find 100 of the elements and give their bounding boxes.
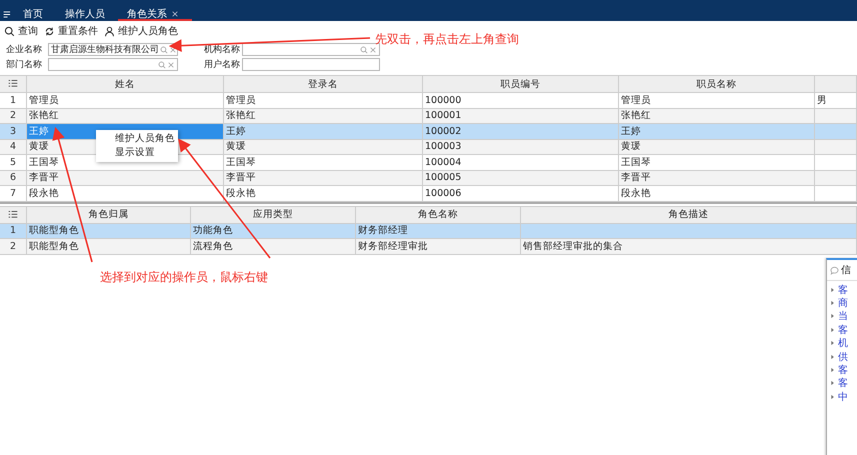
table-cell: 100005 bbox=[423, 170, 619, 185]
table-cell: 100002 bbox=[423, 124, 619, 138]
table-cell: 张艳红 bbox=[27, 108, 224, 123]
table-row[interactable]: 2 职能型角色 流程角色 财务部经理审批 销售部经理审批的集合 bbox=[0, 239, 857, 254]
field-label: 部门名称 bbox=[6, 58, 43, 71]
table-cell: 李晋平 bbox=[27, 170, 224, 185]
table-cell: 销售部经理审批的集合 bbox=[521, 239, 857, 254]
chat-icon bbox=[830, 266, 839, 274]
tab[interactable]: 角色关系 bbox=[118, 7, 192, 21]
column-header: 登录名 bbox=[224, 76, 423, 92]
row-number: 2 bbox=[0, 108, 27, 123]
link[interactable]: 中 bbox=[838, 390, 848, 404]
table-cell: 管理员 bbox=[224, 93, 423, 108]
link[interactable]: 供 bbox=[838, 350, 848, 364]
table-cell: 王婷 bbox=[224, 124, 423, 138]
input-field[interactable] bbox=[48, 58, 178, 71]
table-cell: 段永艳 bbox=[619, 186, 815, 200]
row-number: 6 bbox=[0, 170, 27, 185]
table-cell: 黄瑗 bbox=[224, 140, 423, 154]
table-cell: 男 bbox=[815, 93, 857, 108]
table-cell: 张艳红 bbox=[224, 108, 423, 123]
refresh-icon bbox=[44, 26, 55, 36]
row-number: 5 bbox=[0, 155, 27, 170]
row-number: 4 bbox=[0, 140, 27, 154]
table-cell: 张艳红 bbox=[619, 108, 815, 123]
clear-icon bbox=[169, 46, 177, 54]
search-icon bbox=[158, 60, 166, 68]
link[interactable]: 客 bbox=[838, 363, 848, 378]
link[interactable]: 客 bbox=[838, 376, 848, 390]
toolbar-button[interactable]: 查询 bbox=[4, 24, 38, 38]
row-number: 1 bbox=[0, 93, 27, 108]
link[interactable]: 客 bbox=[838, 322, 848, 337]
bullet-icon bbox=[830, 300, 836, 306]
bullet-icon bbox=[830, 313, 836, 320]
table-cell: 流程角色 bbox=[191, 239, 356, 254]
table-cell: 财务部经理 bbox=[356, 224, 521, 238]
table-row[interactable]: 7 段永艳 段永艳 100006 段永艳 bbox=[0, 186, 857, 202]
bullet-icon bbox=[830, 394, 836, 400]
toolbar-button[interactable]: 维护人员角色 bbox=[104, 24, 178, 38]
table-cell: 王国琴 bbox=[224, 155, 423, 170]
clear-icon bbox=[167, 60, 175, 68]
column-header: 应用类型 bbox=[191, 206, 356, 222]
input-field[interactable] bbox=[242, 43, 380, 56]
table-cell: 100000 bbox=[423, 93, 619, 108]
link[interactable]: 当 bbox=[838, 309, 848, 324]
row-number: 1 bbox=[0, 224, 27, 238]
table-cell: 100006 bbox=[423, 186, 619, 200]
person-icon bbox=[104, 26, 115, 36]
table-cell: 段永艳 bbox=[224, 186, 423, 200]
table-row[interactable]: 1 职能型角色 功能角色 财务部经理 bbox=[0, 224, 857, 239]
panel-title: 信 bbox=[841, 264, 851, 277]
tab[interactable]: 首页 bbox=[14, 7, 56, 21]
tab[interactable]: 操作人员 bbox=[56, 7, 118, 21]
table-cell: 王婷 bbox=[619, 124, 815, 138]
table-cell: 职能型角色 bbox=[27, 224, 191, 238]
column-header: 角色描述 bbox=[521, 206, 857, 222]
row-number: 7 bbox=[0, 186, 27, 200]
bullet-icon bbox=[830, 354, 836, 360]
field-label: 企业名称 bbox=[6, 44, 43, 56]
close-icon bbox=[171, 10, 179, 18]
table-cell: 管理员 bbox=[27, 93, 224, 108]
link[interactable]: 商 bbox=[838, 296, 848, 310]
input-field[interactable] bbox=[242, 58, 380, 71]
search-icon bbox=[360, 46, 368, 54]
table-cell: 功能角色 bbox=[191, 224, 356, 238]
table-cell: 100003 bbox=[423, 140, 619, 154]
table-cell: 李晋平 bbox=[619, 170, 815, 185]
column-header: 职员名称 bbox=[619, 76, 815, 92]
bullet-icon bbox=[830, 340, 836, 346]
field-label: 用户名称 bbox=[204, 58, 238, 71]
link[interactable]: 客 bbox=[838, 282, 848, 297]
close-button[interactable] bbox=[171, 10, 179, 18]
menu-icon bbox=[2, 10, 12, 18]
annotation-text: 选择到对应的操作员，鼠标右键 bbox=[100, 269, 268, 286]
input-field[interactable]: 甘肃启源生物科技有限公司 bbox=[48, 43, 178, 56]
table-cell: 管理员 bbox=[619, 93, 815, 108]
row-number: 2 bbox=[0, 239, 27, 254]
table-cell: 李晋平 bbox=[224, 170, 423, 185]
list-icon bbox=[8, 79, 18, 89]
column-header: 职员编号 bbox=[423, 76, 619, 92]
table-cell: 100001 bbox=[423, 108, 619, 123]
column-header: 姓名 bbox=[27, 76, 224, 92]
table-cell: 段永艳 bbox=[27, 186, 224, 200]
bullet-icon bbox=[830, 380, 836, 386]
search-icon bbox=[160, 46, 168, 54]
table-row[interactable]: 2 张艳红 张艳红 100001 张艳红 bbox=[0, 108, 857, 124]
table-cell: 100004 bbox=[423, 155, 619, 170]
table-cell: 财务部经理审批 bbox=[356, 239, 521, 254]
field-label: 机构名称 bbox=[204, 44, 238, 56]
column-header: 角色归属 bbox=[27, 206, 191, 222]
bullet-icon bbox=[830, 326, 836, 333]
search-icon bbox=[4, 26, 15, 36]
list-icon bbox=[8, 210, 18, 220]
clear-icon bbox=[369, 46, 377, 54]
link[interactable]: 机 bbox=[838, 336, 848, 350]
annotation-text: 先双击，再点击左上角查询 bbox=[375, 31, 519, 48]
column-header: 角色名称 bbox=[356, 206, 521, 222]
table-cell: 王国琴 bbox=[619, 155, 815, 170]
table-row[interactable]: 6 李晋平 李晋平 100005 李晋平 bbox=[0, 170, 857, 186]
toolbar-button[interactable]: 重置条件 bbox=[44, 24, 98, 38]
